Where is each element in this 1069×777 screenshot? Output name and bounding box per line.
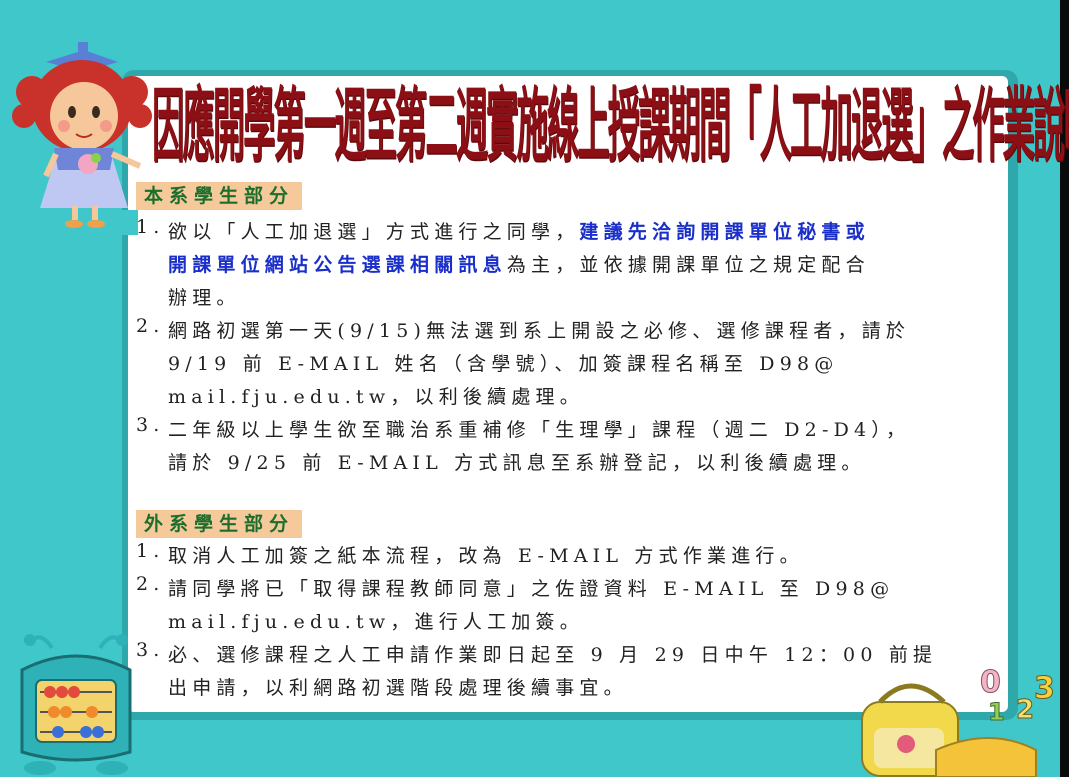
item-line: 請於 9/25 前 E-MAIL 方式訊息至系辦登記，以利後續處理。 bbox=[168, 452, 866, 474]
list-item: 2. 請同學將已「取得課程教師同意」之佐證資料 E-MAIL 至 D98@ ma… bbox=[136, 573, 1002, 639]
item-line: 網路初選第一天(9/15)無法選到系上開設之必修、選修課程者，請於 bbox=[168, 320, 911, 342]
item-line: 欲以「人工加退選」方式進行之同學，建議先洽詢開課單位秘書或 bbox=[168, 221, 870, 243]
highlight-text: 開課單位網站公告選課相關訊息 bbox=[168, 254, 507, 276]
item-number: 2. bbox=[136, 573, 165, 595]
section-label-other-departments: 外系學生部分 bbox=[136, 510, 303, 538]
item-line: mail.fju.edu.tw，以利後續處理。 bbox=[168, 386, 584, 408]
section-department-list: 1. 欲以「人工加退選」方式進行之同學，建議先洽詢開課單位秘書或 開課單位網站公… bbox=[136, 216, 1002, 480]
list-item: 2. 網路初選第一天(9/15)無法選到系上開設之必修、選修課程者，請於 9/1… bbox=[136, 315, 1002, 414]
item-line: mail.fju.edu.tw，進行人工加簽。 bbox=[168, 611, 584, 633]
number-0: 0 bbox=[980, 665, 1001, 700]
list-item: 1. 欲以「人工加退選」方式進行之同學，建議先洽詢開課單位秘書或 開課單位網站公… bbox=[136, 216, 1002, 315]
number-2: 2 bbox=[1016, 695, 1034, 725]
list-item: 1. 取消人工加簽之紙本流程，改為 E-MAIL 方式作業進行。 bbox=[136, 540, 1002, 573]
highlight-text: 建議先洽詢開課單位秘書或 bbox=[579, 221, 870, 243]
item-line: 取消人工加簽之紙本流程，改為 E-MAIL 方式作業進行。 bbox=[168, 545, 804, 567]
number-3: 3 bbox=[1034, 671, 1055, 706]
item-number: 3. bbox=[136, 414, 165, 436]
item-line: 9/19 前 E-MAIL 姓名（含學號）、加簽課程名稱至 D98@ bbox=[168, 353, 839, 375]
girl-illustration-icon bbox=[12, 42, 152, 235]
backpack-numbers-icon: 0 1 2 3 bbox=[861, 665, 1055, 777]
item-number: 2. bbox=[136, 315, 165, 337]
item-line: 請同學將已「取得課程教師同意」之佐證資料 E-MAIL 至 D98@ bbox=[168, 578, 895, 600]
item-line: 二年級以上學生欲至職治系重補修「生理學」課程（週二 D2-D4）， bbox=[168, 419, 911, 441]
item-line: 辦理。 bbox=[168, 287, 241, 309]
section-label-department: 本系學生部分 bbox=[136, 182, 303, 210]
abacus-robot-icon bbox=[20, 634, 132, 775]
item-line: 開課單位網站公告選課相關訊息為主，並依據開課單位之規定配合 bbox=[168, 254, 870, 276]
number-1: 1 bbox=[988, 698, 1005, 726]
list-item: 3. 二年級以上學生欲至職治系重補修「生理學」課程（週二 D2-D4）， 請於 … bbox=[136, 414, 1002, 480]
item-number: 1. bbox=[136, 540, 165, 562]
